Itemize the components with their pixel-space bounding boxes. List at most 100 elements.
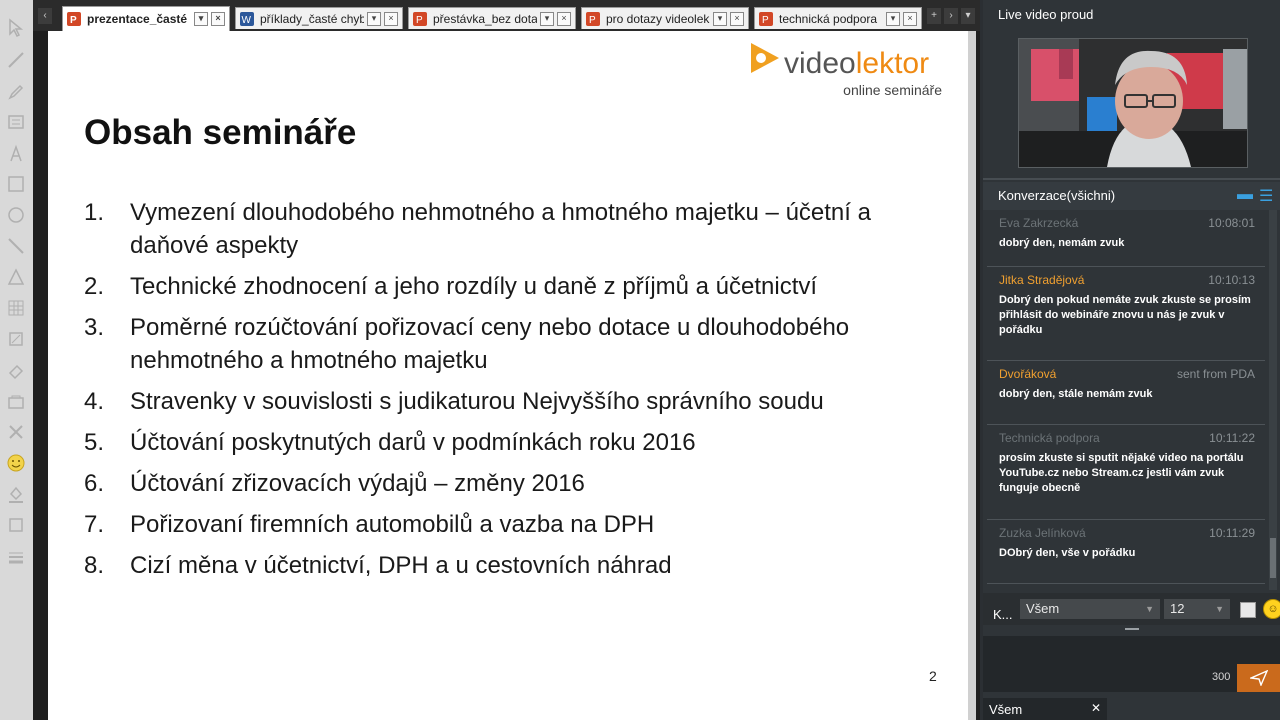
emoji-picker-icon[interactable]: ☺: [1263, 599, 1280, 619]
tab-presentation[interactable]: P prezentace_časté ▾ ×: [62, 6, 230, 31]
tab-close-button[interactable]: ×: [730, 11, 744, 26]
pencil-icon[interactable]: [4, 80, 28, 104]
message-text: dobrý den, nemám zvuk: [999, 237, 1125, 249]
line-icon[interactable]: [4, 48, 28, 72]
chat-message: Dvořáková sent from PDA dobrý den, stále…: [987, 361, 1265, 425]
svg-text:W: W: [242, 15, 252, 26]
straight-line-icon[interactable]: [4, 234, 28, 258]
agenda-item: 3. Poměrné rozúčtování pořizovací ceny ne…: [84, 314, 850, 374]
tab-close-button[interactable]: ×: [557, 11, 571, 26]
chat-tab-all[interactable]: Všem ✕: [983, 698, 1107, 720]
message-input[interactable]: [983, 636, 1280, 692]
tab-examples[interactable]: W příklady_časté chyb ▾ ×: [235, 7, 403, 29]
chat-message: Technická podpora 10:11:22 prosím zkuste…: [987, 425, 1265, 520]
play-logo-icon: [751, 43, 779, 73]
grid-icon[interactable]: [4, 296, 28, 320]
videolektor-logo: videolektor online semináře: [744, 41, 944, 101]
svg-text:P: P: [589, 15, 596, 26]
font-size-value: 12: [1170, 601, 1185, 616]
agenda-item: 1. Vymezení dlouhodobého nehmotného a hmo…: [84, 199, 871, 259]
tab-close-button[interactable]: ×: [211, 12, 225, 26]
chat-footer: Všem ✕: [983, 698, 1280, 720]
minimize-icon[interactable]: ▬: [1237, 186, 1253, 204]
tab-tech-support[interactable]: P technická podpora ▾ ×: [754, 7, 922, 29]
message-time: sent from PDA: [1176, 367, 1255, 381]
message-time: 10:08:01: [1208, 216, 1255, 230]
close-icon[interactable]: ✕: [1091, 701, 1101, 715]
powerpoint-icon: P: [67, 12, 81, 26]
pointer-icon[interactable]: [4, 16, 28, 40]
tabs-scroll-left-button[interactable]: ‹: [38, 8, 52, 24]
format-checkbox[interactable]: [1240, 602, 1256, 618]
ellipse-icon[interactable]: [4, 203, 28, 227]
chat-messages: Eva Zakrzecká 10:08:01 dobrý den, nemám …: [987, 210, 1265, 590]
send-button[interactable]: [1237, 664, 1280, 692]
chat-message: Eva Zakrzecká 10:08:01 dobrý den, nemám …: [987, 210, 1265, 267]
tab-label: prezentace_časté: [87, 12, 188, 26]
agenda-item: 7. Pořizovaní firemních automobilů a vazb…: [84, 511, 655, 538]
logo-wordmark: videolektor: [784, 47, 930, 80]
tab-label: technická podpora: [779, 11, 878, 26]
svg-text:P: P: [416, 15, 423, 26]
annotation-toolbar: [0, 0, 34, 720]
recipient-value: Všem: [1026, 601, 1060, 616]
agenda-list: 1. Vymezení dlouhodobého nehmotného a hmo…: [84, 196, 944, 590]
tabs-scroll-right-button[interactable]: ›: [944, 8, 958, 24]
tab-menu-button[interactable]: ▾: [540, 11, 554, 26]
tab-menu-button[interactable]: ▾: [367, 11, 381, 26]
chevron-down-icon: ▼: [1145, 604, 1154, 614]
line-color-icon[interactable]: [4, 513, 28, 537]
add-tab-button[interactable]: +: [927, 8, 941, 24]
video-title: Live video proud: [998, 7, 1094, 22]
svg-text:P: P: [70, 15, 77, 26]
powerpoint-icon: P: [413, 11, 427, 26]
message-time: 10:11:22: [1209, 431, 1255, 445]
menu-icon[interactable]: ☰: [1259, 186, 1273, 206]
tab-menu-button[interactable]: ▾: [194, 12, 208, 26]
chat-tab-label: Všem: [989, 702, 1023, 717]
svg-text:P: P: [762, 15, 769, 26]
tab-label: pro dotazy videolek: [606, 11, 710, 26]
chat-scrollbar[interactable]: [1269, 210, 1277, 590]
tab-label: příklady_časté chyb: [260, 11, 364, 26]
chat-message: Jitka Stradějová 10:10:13 Dobrý den poku…: [987, 267, 1265, 361]
recipient-select[interactable]: Všem ▼: [1020, 599, 1160, 619]
tab-menu-button[interactable]: ▾: [713, 11, 727, 26]
agenda-item: 2. Technické zhodnocení a jeho rozdíly u …: [84, 273, 818, 300]
tab-questions[interactable]: P pro dotazy videolek ▾ ×: [581, 7, 749, 29]
emoji-icon[interactable]: [4, 451, 28, 475]
text-box-icon[interactable]: [4, 110, 28, 134]
eraser-icon[interactable]: [4, 358, 28, 382]
tab-close-button[interactable]: ×: [903, 11, 917, 26]
slide-page-number: 2: [929, 668, 937, 684]
chat-header: Konverzace(všichni) ▬ ☰: [983, 182, 1280, 210]
panel-divider: [983, 178, 1280, 180]
chevron-down-icon: ▼: [1215, 604, 1224, 614]
message-time: 10:11:29: [1209, 526, 1255, 540]
tab-label: přestávka_bez dota: [433, 11, 537, 26]
document-tab-bar: ‹ P prezentace_časté ▾ × W příklady_čast…: [33, 0, 980, 31]
line-width-icon[interactable]: [4, 545, 28, 569]
message-text: prosím zkuste si sputit nějaké video na …: [999, 452, 1244, 494]
font-size-select[interactable]: 12 ▼: [1164, 599, 1230, 619]
tabs-dropdown-button[interactable]: ▾: [961, 8, 975, 24]
chat-scrollbar-thumb[interactable]: [1270, 538, 1276, 578]
webinar-side-panel: Live video proud Konverzace(všichni) ▬ ☰…: [983, 0, 1280, 720]
highlighter-icon[interactable]: [4, 327, 28, 351]
fill-color-icon[interactable]: [4, 482, 28, 506]
presenter-video-image: [1019, 39, 1247, 167]
delete-icon[interactable]: [4, 420, 28, 444]
tab-menu-button[interactable]: ▾: [886, 11, 900, 26]
message-text: Dobrý den pokud nemáte zvuk zkuste se pr…: [999, 294, 1251, 336]
powerpoint-icon: P: [586, 11, 600, 26]
text-icon[interactable]: [4, 142, 28, 166]
slide-title: Obsah semináře: [84, 113, 357, 152]
agenda-item: 5. Účtování poskytnutých darů v podmínkác…: [84, 429, 696, 456]
rectangle-icon[interactable]: [4, 172, 28, 196]
triangle-icon[interactable]: [4, 265, 28, 289]
tab-close-button[interactable]: ×: [384, 11, 398, 26]
tab-break[interactable]: P přestávka_bez dota ▾ ×: [408, 7, 576, 29]
live-video-stream[interactable]: [1018, 38, 1248, 168]
clear-icon[interactable]: [4, 390, 28, 414]
chat-title: Konverzace(všichni): [998, 188, 1116, 203]
